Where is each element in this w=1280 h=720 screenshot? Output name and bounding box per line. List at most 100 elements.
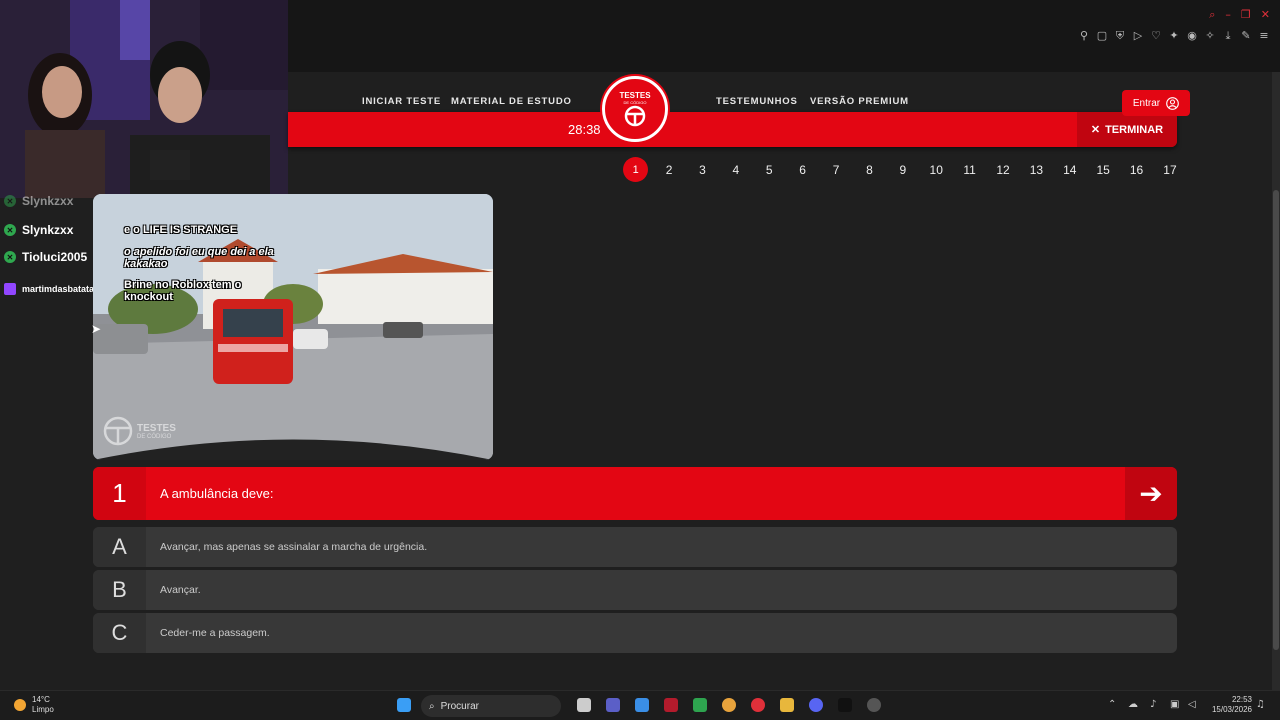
nav-versao-premium[interactable]: VERSÃO PREMIUM — [810, 96, 909, 107]
chat-message: ✕ Slynkzxx — [4, 194, 73, 208]
page-button[interactable]: 3 — [686, 157, 719, 182]
logo-title: TESTES — [619, 90, 651, 100]
weather-icon — [14, 699, 26, 711]
screenshot-icon[interactable]: ▢ — [1096, 30, 1108, 42]
weather-widget[interactable]: 14°C Limpo — [14, 695, 54, 715]
file-explorer-icon[interactable] — [780, 698, 794, 712]
overlay-caption: Brine no Roblox tem o knockout — [124, 279, 242, 303]
site-logo[interactable]: TESTES DE CÓDIGO — [602, 76, 668, 142]
teams-icon[interactable] — [606, 698, 620, 712]
chat-username: Slynkzxx — [22, 194, 74, 208]
chrome-icon[interactable] — [722, 698, 736, 712]
minimize-icon[interactable]: – — [1225, 8, 1231, 22]
extension-icon[interactable]: ✦ — [1168, 30, 1180, 42]
search-icon[interactable]: ⌕ — [1209, 8, 1215, 22]
page-button[interactable]: 8 — [853, 157, 886, 182]
close-icon: ✕ — [1090, 124, 1101, 136]
page-button[interactable]: 13 — [1020, 157, 1053, 182]
mouse-cursor-icon: ➤ — [91, 322, 102, 336]
page-button[interactable]: 12 — [986, 157, 1019, 182]
menu-icon[interactable]: ≡ — [1258, 30, 1270, 42]
arrow-right-icon: ➔ — [1139, 478, 1163, 509]
nav-material-estudo[interactable]: MATERIAL DE ESTUDO — [451, 96, 572, 107]
search-icon: ⌕ — [429, 700, 435, 712]
cloud-icon[interactable]: ☁ — [1128, 699, 1138, 710]
page-button[interactable]: 4 — [719, 157, 752, 182]
page-button[interactable]: 5 — [753, 157, 786, 182]
microphone-icon[interactable]: ♪ — [1150, 699, 1156, 710]
question-header: 1 A ambulância deve: ➔ — [93, 467, 1177, 520]
chat-message: martimdasbatatass — [4, 283, 104, 295]
steering-wheel-icon — [103, 416, 133, 446]
app-icon[interactable] — [838, 698, 852, 712]
volume-icon[interactable]: ◁ — [1188, 699, 1196, 710]
play-icon[interactable]: ▷ — [1132, 30, 1144, 42]
ai-icon[interactable]: ✎ — [1240, 30, 1252, 42]
question-text: A ambulância deve: — [160, 486, 274, 501]
quiz-status-bar: 28:38 ✕ TERMINAR — [288, 112, 1177, 147]
discord-icon[interactable] — [809, 698, 823, 712]
window-controls: ⌕ – ❐ ✕ — [1209, 8, 1270, 22]
login-label: Entrar — [1132, 97, 1161, 109]
page-button[interactable]: 17 — [1153, 157, 1186, 182]
status-icon: ✕ — [4, 224, 16, 236]
notification-bell-icon[interactable]: ♫ — [1256, 699, 1265, 710]
page-button[interactable]: 7 — [819, 157, 852, 182]
maximize-icon[interactable]: ❐ — [1241, 8, 1251, 22]
question-video[interactable]: e o LIFE IS STRANGE o apelido foi eu que… — [93, 194, 493, 460]
network-icon[interactable]: ▣ — [1170, 699, 1179, 710]
temperature: 14°C — [32, 695, 50, 704]
page-button[interactable]: 10 — [920, 157, 953, 182]
webcam-overlay — [0, 0, 288, 198]
taskbar-search[interactable]: ⌕ Procurar — [421, 695, 561, 717]
chat-username: martimdasbatatass — [22, 284, 105, 294]
finish-button[interactable]: ✕ TERMINAR — [1077, 112, 1177, 147]
page-button[interactable]: 1 — [619, 157, 652, 182]
answer-letter: C — [93, 613, 146, 653]
finish-label: TERMINAR — [1105, 123, 1164, 136]
chat-username: Tioluci2005 — [22, 250, 88, 264]
pin-icon[interactable]: ⚲ — [1078, 30, 1090, 42]
watermark-title: TESTES — [137, 422, 176, 434]
question-pager: 1 2 3 4 5 6 7 8 9 10 11 12 13 14 15 16 1… — [619, 157, 1187, 182]
answer-option-c[interactable]: C Ceder-me a passagem. — [93, 613, 1177, 653]
tray-chevron-icon[interactable]: ⌃ — [1108, 699, 1116, 710]
page-button[interactable]: 15 — [1086, 157, 1119, 182]
puzzle-icon[interactable]: ✧ — [1204, 30, 1216, 42]
chat-username: Slynkzxx — [22, 223, 74, 237]
heart-icon[interactable]: ♡ — [1150, 30, 1162, 42]
user-icon — [1166, 96, 1179, 110]
app-icon[interactable] — [635, 698, 649, 712]
nav-iniciar-teste[interactable]: INICIAR TESTE — [362, 96, 441, 107]
chat-message: ✕ Tioluci2005 — [4, 250, 87, 264]
windows-taskbar: 14°C Limpo ⌕ Procurar ⌃ ☁ ♪ ▣ ◁ 22:53 15… — [0, 690, 1280, 720]
page-button[interactable]: 2 — [652, 157, 685, 182]
answer-option-b[interactable]: B Avançar. — [93, 570, 1177, 610]
page-button[interactable]: 11 — [953, 157, 986, 182]
answer-text: Avançar. — [160, 584, 201, 596]
app-icon[interactable] — [693, 698, 707, 712]
download-icon[interactable]: ⤓ — [1222, 30, 1234, 42]
status-icon: ✕ — [4, 251, 16, 263]
scrollbar-thumb[interactable] — [1273, 190, 1279, 650]
page-button[interactable]: 14 — [1053, 157, 1086, 182]
steering-wheel-icon — [624, 105, 646, 126]
start-menu-icon[interactable] — [397, 698, 411, 712]
obs-icon[interactable] — [867, 698, 881, 712]
vpn-icon[interactable]: ◉ — [1186, 30, 1198, 42]
answer-option-a[interactable]: A Avançar, mas apenas se assinalar a mar… — [93, 527, 1177, 567]
task-view-icon[interactable] — [577, 698, 591, 712]
page-button[interactable]: 16 — [1120, 157, 1153, 182]
page-button[interactable]: 9 — [886, 157, 919, 182]
opera-icon[interactable] — [751, 698, 765, 712]
page-button[interactable]: 6 — [786, 157, 819, 182]
nav-testemunhos[interactable]: TESTEMUNHOS — [716, 96, 798, 107]
next-arrow-button[interactable]: ➔ — [1125, 467, 1177, 520]
valorant-icon[interactable] — [664, 698, 678, 712]
shield-icon[interactable]: ⛨ — [1114, 30, 1126, 42]
login-button[interactable]: Entrar — [1122, 90, 1190, 116]
close-icon[interactable]: ✕ — [1261, 8, 1270, 22]
clock-date: 15/03/2026 — [1211, 705, 1252, 714]
timer: 28:38 — [568, 122, 601, 137]
system-clock[interactable]: 22:53 15/03/2026 — [1212, 695, 1252, 715]
